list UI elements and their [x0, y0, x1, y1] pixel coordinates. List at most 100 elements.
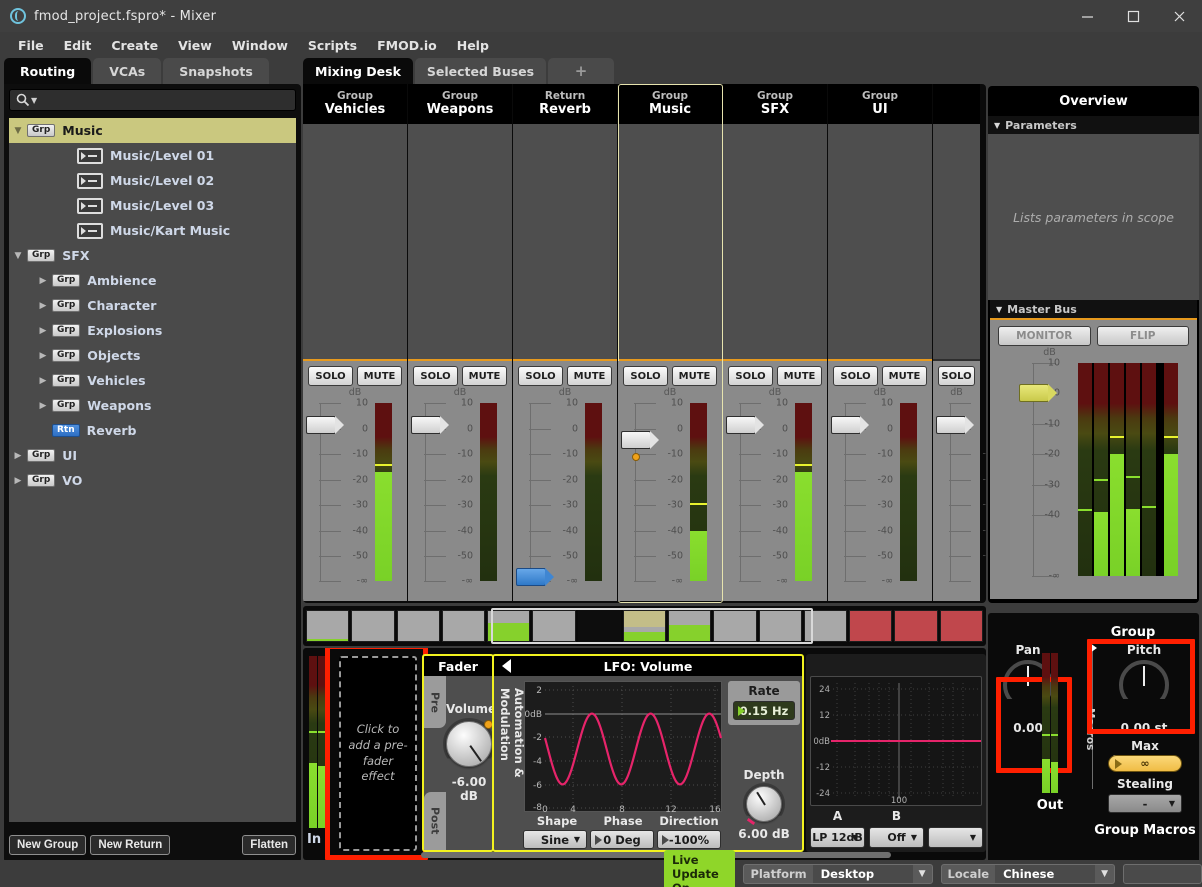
strip-effect-rack[interactable]	[408, 124, 512, 361]
solo-button[interactable]: SOLO	[938, 366, 975, 386]
minimap-cell[interactable]	[713, 610, 757, 642]
mixer-strip-music[interactable]: Group Music SOLO MUTE dB 10 0 -10 -20 -30 -40 -50 -∞	[618, 84, 723, 603]
minimap-cell[interactable]	[758, 610, 802, 642]
status-extra-field[interactable]	[1123, 863, 1202, 884]
tree-item-music-level-01[interactable]: Music/Level 01	[9, 143, 296, 168]
mute-button[interactable]: MUTE	[672, 366, 717, 386]
tab-mixing-desk[interactable]: Mixing Desk	[303, 58, 413, 84]
direction-field[interactable]: -100%	[657, 830, 721, 849]
tree-item-ambience[interactable]: ▶ Grp Ambience	[9, 268, 296, 293]
mixer-strip-weapons[interactable]: Group Weapons SOLO MUTE dB 10 0 -10 -20 -30 -40 -50…	[408, 84, 513, 603]
solo-button[interactable]: SOLO	[308, 366, 353, 386]
eq-curve-graph[interactable]: 24 12 0dB -12 -24 100	[810, 676, 982, 806]
minimap-cell[interactable]	[577, 610, 621, 642]
tab-routing[interactable]: Routing	[4, 58, 92, 84]
fader-handle[interactable]	[936, 415, 974, 434]
mixer-strip-sfx[interactable]: Group SFX SOLO MUTE dB 10 0 -10 -20 -30 -40 -50 -∞	[723, 84, 828, 603]
menu-item-scripts[interactable]: Scripts	[298, 35, 367, 56]
flatten-button[interactable]: Flatten	[242, 835, 296, 855]
tab-snapshots[interactable]: Snapshots	[163, 58, 269, 84]
minimap-cell[interactable]	[441, 610, 486, 642]
add-tab-button[interactable]: +	[548, 58, 615, 84]
deck-minimap[interactable]	[303, 606, 986, 646]
search-dropdown-caret[interactable]: ▼	[31, 96, 37, 105]
mixer-strip-vehicles[interactable]: Group Vehicles SOLO MUTE dB 10 0 -10 -20 -30 -40 -5…	[303, 84, 408, 603]
menu-item-file[interactable]: File	[8, 35, 54, 56]
collapse-left-icon[interactable]	[502, 659, 511, 673]
master-bus-section-header[interactable]: ▼ Master Bus	[990, 300, 1197, 318]
max-instances-field[interactable]: ∞	[1108, 755, 1182, 772]
strip-effect-rack[interactable]	[723, 124, 827, 361]
fader-handle[interactable]	[621, 431, 659, 450]
fader-handle[interactable]	[831, 415, 869, 434]
fader-handle[interactable]	[726, 415, 764, 434]
minimap-cell[interactable]	[396, 610, 440, 642]
search-input[interactable]: ▼	[9, 89, 296, 111]
minimap-cell[interactable]	[894, 610, 938, 642]
tree-item-sfx[interactable]: ▼ Grp SFX	[9, 243, 296, 268]
strip-header[interactable]: Group SFX	[723, 84, 827, 124]
solo-button[interactable]: SOLO	[518, 366, 563, 386]
chevron-down-icon[interactable]: ▼	[9, 251, 27, 261]
minimap-cell[interactable]	[849, 610, 893, 642]
deck-horizontal-scrollbar[interactable]	[421, 852, 891, 858]
strip-header[interactable]: Group Music	[618, 84, 722, 124]
tab-selected-buses[interactable]: Selected Buses	[414, 58, 547, 84]
menu-item-help[interactable]: Help	[447, 35, 499, 56]
strip-header[interactable]: Group Vehicles	[303, 84, 407, 124]
tree-item-explosions[interactable]: ▶ Grp Explosions	[9, 318, 296, 343]
menu-item-fmod-io[interactable]: FMOD.io	[367, 35, 447, 56]
mute-button[interactable]: MUTE	[777, 366, 822, 386]
menu-item-create[interactable]: Create	[101, 35, 168, 56]
depth-knob[interactable]	[743, 783, 785, 826]
post-tab[interactable]: Post	[424, 792, 446, 850]
chevron-right-icon[interactable]: ▶	[34, 401, 52, 411]
minimap-cell[interactable]	[622, 610, 667, 642]
strip-header[interactable]: Group UI	[828, 84, 932, 124]
solo-button[interactable]: SOLO	[833, 366, 878, 386]
new-group-button[interactable]: New Group	[9, 835, 87, 855]
menu-item-view[interactable]: View	[168, 35, 222, 56]
phase-field[interactable]: 0 Deg	[590, 830, 654, 849]
eq-band-b-dropdown[interactable]: Off ▼	[869, 827, 924, 848]
tree-item-weapons[interactable]: ▶ Grp Weapons	[9, 393, 296, 418]
chevron-right-icon[interactable]: ▶	[34, 351, 52, 361]
minimize-icon[interactable]	[1064, 0, 1110, 32]
close-icon[interactable]	[1156, 0, 1202, 32]
mute-button[interactable]: MUTE	[567, 366, 612, 386]
tree-item-music[interactable]: ▼ Grp Music	[9, 118, 296, 143]
locale-selector[interactable]: Locale Chinese ▼	[940, 863, 1116, 884]
mute-button[interactable]: MUTE	[882, 366, 927, 386]
tree-item-vo[interactable]: ▶ Grp VO	[9, 468, 296, 493]
menu-item-window[interactable]: Window	[222, 35, 298, 56]
expand-right-icon[interactable]	[1087, 641, 1097, 655]
minimap-cell[interactable]	[803, 610, 848, 642]
minimap-cell[interactable]	[939, 610, 983, 642]
chevron-right-icon[interactable]: ▶	[34, 301, 52, 311]
minimap-cell[interactable]	[487, 610, 531, 642]
tree-item-vehicles[interactable]: ▶ Grp Vehicles	[9, 368, 296, 393]
pre-tab[interactable]: Pre	[424, 676, 446, 728]
master-fader-handle[interactable]	[1019, 384, 1057, 403]
fader-handle[interactable]	[516, 568, 554, 587]
tree-item-ui[interactable]: ▶ Grp UI	[9, 443, 296, 468]
minimap-cell[interactable]	[351, 610, 395, 642]
tree-item-music-level-02[interactable]: Music/Level 02	[9, 168, 296, 193]
chevron-right-icon[interactable]: ▶	[9, 451, 27, 461]
mixer-strip-extra[interactable]: SOLOdB100-10-20-30-40-50-∞	[933, 84, 986, 603]
strip-effect-rack[interactable]	[933, 124, 980, 361]
minimap-cell[interactable]	[668, 610, 712, 642]
eq-band-a-dropdown[interactable]: LP 12dB ▼	[810, 827, 865, 848]
live-update-button[interactable]: Live Update On	[664, 849, 736, 887]
maximize-icon[interactable]	[1110, 0, 1156, 32]
strip-header[interactable]	[933, 84, 980, 124]
tree-item-music-kart-music[interactable]: Music/Kart Music	[9, 218, 296, 243]
monitor-button[interactable]: MONITOR	[998, 326, 1091, 346]
strip-header[interactable]: Group Weapons	[408, 84, 512, 124]
chevron-down-icon[interactable]: ▼	[9, 126, 27, 136]
mute-button[interactable]: MUTE	[462, 366, 507, 386]
stealing-dropdown[interactable]: - ▼	[1108, 794, 1182, 813]
chevron-right-icon[interactable]: ▶	[34, 276, 52, 286]
solo-button[interactable]: SOLO	[413, 366, 458, 386]
mixer-strip-reverb[interactable]: Return Reverb SOLO MUTE dB 10 0 -10 -20 -30 -40 -50…	[513, 84, 618, 603]
